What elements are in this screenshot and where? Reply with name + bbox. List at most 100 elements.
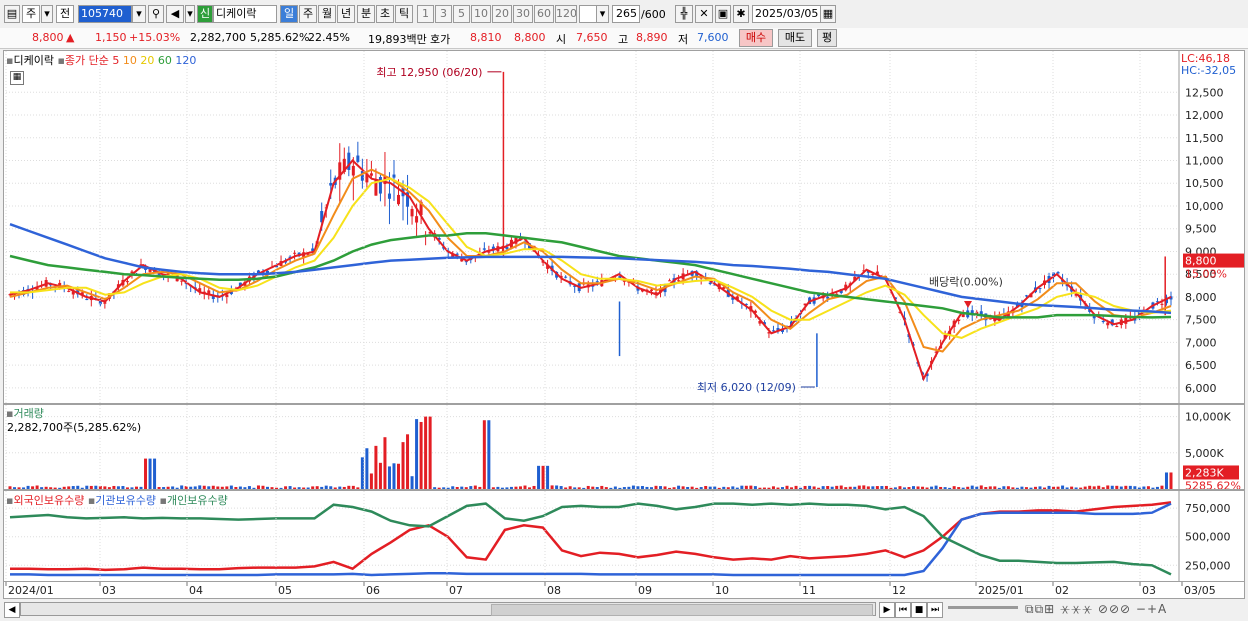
- last-pct-label: 15.03%: [1185, 268, 1227, 281]
- rewind-icon[interactable]: ⏮: [895, 602, 911, 618]
- x-axis-labels: 2024/01 03 04 05 06 07 08 09 10 11 12 2025/01 02 03 03…: [5, 582, 1216, 597]
- sell-button[interactable]: 매도: [778, 29, 812, 47]
- volume-bar: [491, 487, 495, 489]
- volume-bar: [338, 486, 342, 489]
- volume-bar: [360, 457, 364, 489]
- period-tick-button[interactable]: 틱: [395, 5, 413, 23]
- period-second-button[interactable]: 초: [376, 5, 394, 23]
- volume-bar: [659, 486, 663, 489]
- save-icon[interactable]: ▣: [715, 5, 731, 23]
- volume-bar: [1146, 486, 1150, 489]
- volume-chart[interactable]: 10,000K 5,000K 2,283K5285.62%: [4, 405, 1244, 489]
- interval-20-button[interactable]: 20: [492, 5, 512, 23]
- scrollbar-thumb[interactable]: [491, 604, 873, 616]
- holding-legend: ▪외국인보유수량 ▪기관보유수량 ▪개인보유수량: [6, 492, 228, 508]
- scroll-right-icon[interactable]: ▶: [879, 602, 895, 618]
- volume-bar: [302, 487, 306, 489]
- calendar-icon[interactable]: ▦: [820, 5, 836, 23]
- period-year-button[interactable]: 년: [337, 5, 355, 23]
- volume-bar: [116, 486, 120, 489]
- y-tick-label: 6,500: [1185, 359, 1217, 372]
- y-tick-label: 5,000K: [1185, 447, 1224, 460]
- crosshair-icon[interactable]: ✕: [695, 5, 713, 23]
- volume-pct: 5,285.62%: [250, 31, 310, 44]
- volume-bar: [473, 485, 477, 489]
- interval-1-button[interactable]: 1: [417, 5, 434, 23]
- volume-bar: [162, 487, 166, 489]
- candle-body: [1115, 326, 1119, 328]
- volume-bar: [790, 487, 794, 489]
- interval-dropdown-icon[interactable]: ▾: [596, 5, 609, 23]
- buy-button[interactable]: 매수: [739, 29, 773, 47]
- volume-bar: [762, 487, 766, 489]
- type-select[interactable]: 전: [56, 5, 74, 23]
- volume-bar: [961, 487, 965, 489]
- volume-bar: [17, 487, 21, 489]
- volume-bar: [112, 485, 116, 489]
- speed-slider[interactable]: [948, 606, 1018, 609]
- speaker-dropdown-icon[interactable]: ▾: [185, 5, 195, 23]
- volume-bar: [871, 486, 875, 489]
- chevron-down-icon[interactable]: ▾: [41, 5, 53, 23]
- period-month-button[interactable]: 월: [318, 5, 336, 23]
- volume-bar: [121, 486, 125, 489]
- price-panel: 12,500 12,000 11,500 11,000 10,500 10,000 9,50…: [3, 50, 1245, 404]
- window-menu-icon[interactable]: ▤: [4, 5, 20, 23]
- horizontal-scrollbar[interactable]: [20, 602, 876, 616]
- volume-bar: [631, 485, 635, 489]
- volume-bar: [939, 486, 943, 489]
- volume-bar: [171, 486, 175, 489]
- volume-bar: [315, 486, 319, 489]
- period-week-button[interactable]: 주: [299, 5, 317, 23]
- volume-bar: [979, 485, 983, 489]
- volume-bar: [451, 486, 455, 489]
- volume-bar: [378, 462, 382, 489]
- avg-button[interactable]: 평: [817, 29, 837, 47]
- interval-120-button[interactable]: 120: [555, 5, 577, 23]
- low-annotation: 최저 6,020 (12/09): [697, 381, 796, 394]
- chart-tools-icon[interactable]: ╬: [675, 5, 693, 23]
- period-minute-button[interactable]: 분: [357, 5, 375, 23]
- volume-bar: [8, 486, 12, 489]
- interval-10-button[interactable]: 10: [471, 5, 491, 23]
- x-axis: 2024/01 03 04 05 06 07 08 09 10 11 12 2025/01 02 03 03…: [3, 582, 1245, 599]
- gear-icon[interactable]: ✱: [733, 5, 749, 23]
- search-icon[interactable]: ⚲: [148, 5, 164, 23]
- speaker-icon[interactable]: ◀: [166, 5, 184, 23]
- calculator-icon[interactable]: ▦: [10, 71, 24, 85]
- volume-bar: [324, 485, 328, 489]
- y-tick-label: 7,000: [1185, 336, 1217, 349]
- volume-bar: [776, 487, 780, 489]
- volume-bar: [681, 486, 685, 489]
- fast-forward-icon[interactable]: ⏭: [927, 602, 943, 618]
- volume-bar: [469, 486, 473, 489]
- volume-bar: [62, 486, 66, 489]
- volume-bar: [1033, 486, 1037, 489]
- interval-60-button[interactable]: 60: [534, 5, 554, 23]
- code-dropdown-icon[interactable]: ▾: [132, 5, 146, 23]
- volume-bar: [1164, 472, 1168, 489]
- holding-panel: 750,000 500,000 250,000 ▪외국인보유수량 ▪기관보유수량 ▪…: [3, 490, 1245, 582]
- stop-icon[interactable]: ■: [911, 602, 927, 618]
- price-chart[interactable]: 12,500 12,000 11,500 11,000 10,500 10,000 9,50…: [4, 51, 1244, 403]
- period-day-button[interactable]: 일: [280, 5, 298, 23]
- volume-bar: [604, 487, 608, 489]
- date-input[interactable]: 2025/03/05: [752, 5, 826, 23]
- price-change: 1,150: [95, 31, 127, 44]
- volume-bar: [912, 486, 916, 489]
- interval-3-button[interactable]: 3: [435, 5, 452, 23]
- current-price: 8,800: [32, 31, 64, 44]
- volume-bar: [419, 421, 423, 489]
- code-input[interactable]: 105740: [78, 5, 132, 23]
- candle-body: [668, 280, 672, 282]
- volume-bar: [668, 487, 672, 489]
- volume-bar: [677, 485, 681, 489]
- drawing-tools-icons[interactable]: ⧉⧉⊞ ⚹⚹⚹ ⊘⊘⊘ −+A: [1025, 602, 1167, 617]
- volume-bar: [288, 486, 292, 489]
- volume-bar: [180, 485, 184, 489]
- interval-5-button[interactable]: 5: [453, 5, 470, 23]
- scroll-left-icon[interactable]: ◀: [4, 602, 20, 618]
- market-select[interactable]: 주: [22, 5, 40, 23]
- interval-30-button[interactable]: 30: [513, 5, 533, 23]
- count-input[interactable]: 265: [612, 5, 640, 23]
